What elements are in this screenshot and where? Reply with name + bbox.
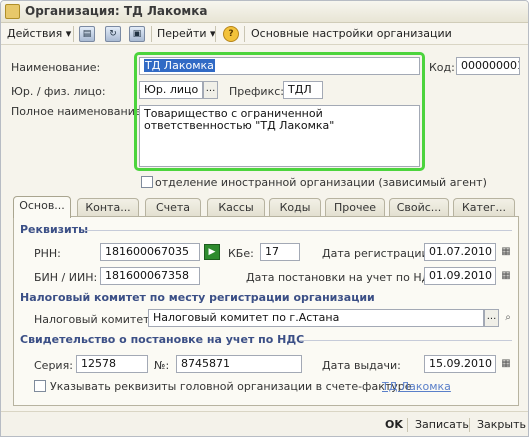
full-name-label: Полное наименование: <box>11 105 146 118</box>
arrow-right-icon[interactable]: ▶ <box>204 244 220 260</box>
nds-date-label: Дата постановки на учет по НДС: <box>246 271 442 284</box>
actions-label: Действия <box>7 27 63 40</box>
toolbar-separator <box>215 26 216 42</box>
chevron-down-icon: ▾ <box>65 27 72 40</box>
toolbar: Действия ▾ ▤ ↻ ▣ Перейти ▾ ? Основные на… <box>1 23 528 45</box>
help-icon[interactable]: ? <box>223 26 239 42</box>
head-org-checkbox[interactable] <box>34 380 46 392</box>
close-button[interactable]: Закрыть <box>477 418 526 431</box>
tab-contacts[interactable]: Конта... <box>77 198 139 217</box>
footer-separator <box>469 418 470 432</box>
cert-number-label: №: <box>154 359 170 372</box>
code-field[interactable]: 000000001 <box>456 57 520 75</box>
kbe-field[interactable]: 17 <box>260 243 300 261</box>
tab-bar: Основ... Конта... Счета Кассы Коды Проче… <box>13 196 519 218</box>
requisites-section-title: Реквизиты <box>20 223 89 236</box>
legal-type-label: Юр. / физ. лицо: <box>11 85 106 98</box>
cert-number-field[interactable]: 8745871 <box>176 355 302 373</box>
tab-main[interactable]: Основ... <box>13 196 71 218</box>
tab-other[interactable]: Прочее <box>325 198 385 217</box>
main-settings-button[interactable]: Основные настройки организации <box>251 26 452 42</box>
nds-cert-section-title: Свидетельство о постановке на учет по НД… <box>20 333 305 346</box>
bin-field[interactable]: 181600067358 <box>100 267 200 285</box>
footer-separator <box>407 418 408 432</box>
actions-menu[interactable]: Действия ▾ <box>7 26 71 42</box>
series-field[interactable]: 12578 <box>76 355 148 373</box>
toolbar-separator <box>151 26 152 42</box>
organization-window: Организация: ТД Лакомка Действия ▾ ▤ ↻ ▣… <box>0 0 529 437</box>
rnn-field[interactable]: 181600067035 <box>100 243 200 261</box>
highlight-frame <box>134 52 425 171</box>
tax-section-title: Налоговый комитет по месту регистрации о… <box>20 291 375 304</box>
section-rule <box>300 340 512 341</box>
head-org-link[interactable]: ТД Лакомка <box>382 380 451 393</box>
tab-categories[interactable]: Катег... <box>453 198 515 217</box>
rnn-label: РНН: <box>34 247 61 260</box>
calendar-icon[interactable]: ▦ <box>498 356 514 372</box>
issue-date-label: Дата выдачи: <box>322 359 401 372</box>
code-label: Код: <box>429 61 455 74</box>
section-rule <box>84 230 512 231</box>
copy-document-icon[interactable]: ▣ <box>129 26 145 42</box>
name-label: Наименование: <box>11 61 101 74</box>
title-bar: Организация: ТД Лакомка <box>1 1 528 23</box>
nds-date-field[interactable]: 01.09.2010 <box>424 267 496 285</box>
toolbar-separator <box>244 26 245 42</box>
foreign-branch-label: отделение иностранной организации (завис… <box>155 176 487 189</box>
reg-date-field[interactable]: 01.07.2010 <box>424 243 496 261</box>
tab-cash-desks[interactable]: Кассы <box>207 198 265 217</box>
tax-committee-select-button[interactable]: ... <box>484 309 499 327</box>
calendar-icon[interactable]: ▦ <box>498 244 514 260</box>
main-tab-panel: Реквизиты РНН: 181600067035 ▶ КБе: 17 Да… <box>13 216 519 406</box>
bin-label: БИН / ИИН: <box>34 271 98 284</box>
refresh-icon[interactable]: ↻ <box>105 26 121 42</box>
foreign-branch-checkbox[interactable] <box>141 176 153 188</box>
search-icon[interactable]: ⌕ <box>500 310 516 326</box>
tab-codes[interactable]: Коды <box>269 198 321 217</box>
issue-date-field[interactable]: 15.09.2010 <box>424 355 496 373</box>
go-label: Перейти <box>157 27 207 40</box>
kbe-label: КБе: <box>228 247 254 260</box>
tax-committee-label: Налоговый комитет: <box>34 313 154 326</box>
reg-date-label: Дата регистрации: <box>322 247 433 260</box>
form-icon <box>5 4 20 19</box>
toolbar-separator <box>73 26 74 42</box>
window-title: Организация: ТД Лакомка <box>25 4 208 18</box>
go-menu[interactable]: Перейти ▾ <box>157 26 216 42</box>
tax-committee-field[interactable]: Налоговый комитет по г.Астана <box>148 309 484 327</box>
ok-button[interactable]: OK <box>385 418 403 431</box>
series-label: Серия: <box>34 359 73 372</box>
save-button[interactable]: Записать <box>415 418 469 431</box>
head-org-label: Указывать реквизиты головной организации… <box>50 380 412 393</box>
save-to-list-icon[interactable]: ▤ <box>79 26 95 42</box>
tab-accounts[interactable]: Счета <box>145 198 201 217</box>
footer-bar: OK Записать Закрыть <box>1 411 528 436</box>
calendar-icon[interactable]: ▦ <box>498 268 514 284</box>
tab-properties[interactable]: Свойс... <box>389 198 449 217</box>
